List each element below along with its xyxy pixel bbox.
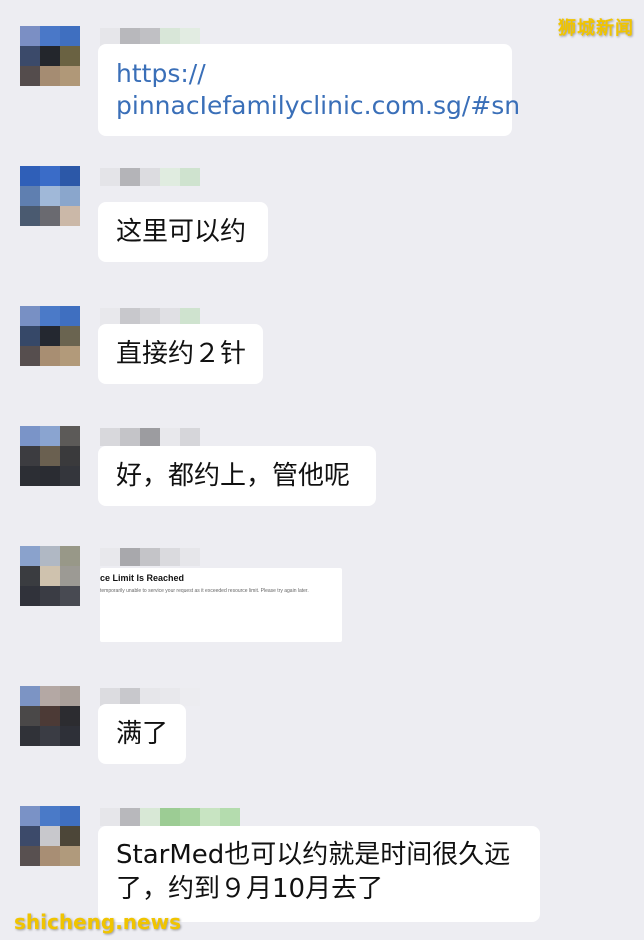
sender-name-blurred xyxy=(100,168,200,186)
message-bubble[interactable]: 满了 xyxy=(98,704,186,764)
message-bubble[interactable]: 直接约２针 xyxy=(98,324,263,384)
sender-name-blurred xyxy=(100,808,240,826)
message-bubble[interactable]: StarMed也可以约就是时间很久远 了，约到９月10月去了 xyxy=(98,826,540,922)
screenshot-heading: ce Limit Is Reached xyxy=(100,573,185,583)
avatar[interactable] xyxy=(20,546,80,606)
avatar[interactable] xyxy=(20,26,80,86)
message-bubble[interactable]: 好，都约上，管他呢 xyxy=(98,446,376,506)
avatar[interactable] xyxy=(20,806,80,866)
avatar[interactable] xyxy=(20,306,80,366)
watermark-site: shicheng.news xyxy=(14,910,181,934)
chat-window: https:// pinnacIefamilyclinic.com.sg/#sn… xyxy=(0,0,644,940)
message-text-line-2: 了，约到９月10月去了 xyxy=(116,874,384,904)
link-text-line-2[interactable]: pinnacIefamilyclinic.com.sg/#sn xyxy=(116,90,520,122)
message-text-line-1: StarMed也可以约就是时间很久远 xyxy=(116,840,511,870)
image-message-screenshot[interactable]: ce Limit Is Reached temporarily unable t… xyxy=(100,568,342,642)
message-text: 满了 xyxy=(116,719,169,749)
message-bubble-link[interactable]: https:// pinnacIefamilyclinic.com.sg/#sn xyxy=(98,44,520,136)
sender-name-blurred xyxy=(100,428,200,446)
link-text-line-1[interactable]: https:// xyxy=(116,58,494,90)
message-text: 直接约２针 xyxy=(116,339,247,369)
avatar[interactable] xyxy=(20,686,80,746)
sender-name-blurred xyxy=(100,548,200,566)
message-bubble[interactable]: 这里可以约 xyxy=(98,202,268,262)
watermark-logo: 狮城新闻 xyxy=(558,18,634,39)
screenshot-body-text: temporarily unable to service your reque… xyxy=(100,588,309,594)
message-text: 好，都约上，管他呢 xyxy=(116,461,351,491)
avatar[interactable] xyxy=(20,166,80,226)
avatar[interactable] xyxy=(20,426,80,486)
message-text: 这里可以约 xyxy=(116,217,247,247)
